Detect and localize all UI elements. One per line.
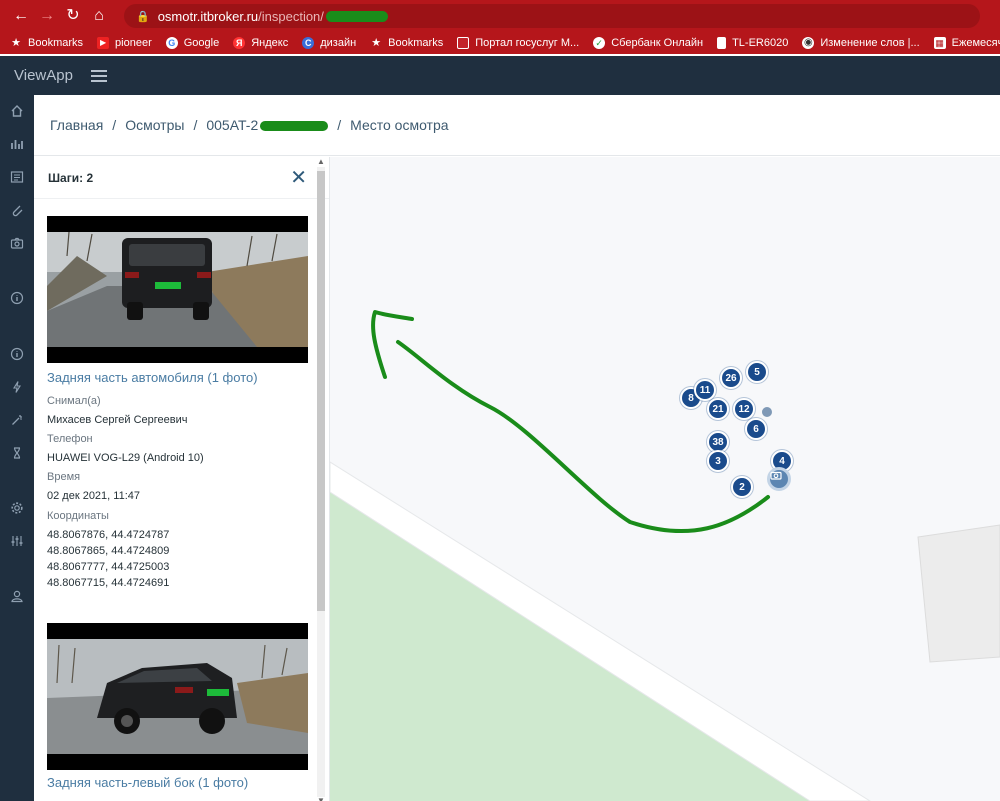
map-marker[interactable]: 6: [745, 418, 767, 440]
sliders-icon[interactable]: [0, 531, 34, 551]
breadcrumb-inspection-code[interactable]: 005AT-2: [206, 117, 329, 133]
bookmark-item[interactable]: TL-ER6020: [717, 37, 788, 49]
bookmark-item[interactable]: Cдизайн: [302, 37, 356, 49]
breadcrumb-separator: /: [337, 117, 342, 133]
phone-label: Телефон: [47, 433, 93, 445]
annotation-arrow-head: [371, 310, 414, 379]
sberbank-icon: ✓: [593, 37, 606, 49]
phone-value: HUAWEI VOG-L29 (Android 10): [47, 452, 204, 464]
steps-panel: Шаги: 2 ✕ ▲ ▼ Задняя часть автомобиля (1…: [34, 157, 330, 801]
bookmark-item[interactable]: ▦Ежемесячный вып...: [933, 37, 1000, 49]
close-icon[interactable]: ✕: [290, 168, 307, 188]
forward-icon[interactable]: →: [36, 5, 58, 27]
bookmark-item[interactable]: Портал госуслуг М...: [457, 37, 579, 49]
bookmark-item[interactable]: ✓ Сбербанк Онлайн: [593, 37, 703, 49]
map-marker[interactable]: 11: [694, 379, 716, 401]
coords-value: 48.8067876, 44.4724787: [47, 529, 170, 541]
address-bar[interactable]: 🔒 osmotr.itbroker.ru /inspection/: [124, 4, 980, 28]
hourglass-icon[interactable]: [0, 443, 34, 463]
coords-value: 48.8067715, 44.4724691: [47, 577, 170, 589]
yandex-icon: Я: [233, 37, 246, 49]
panel-header: Шаги: 2 ✕: [34, 157, 329, 199]
redaction-mark: [260, 121, 329, 132]
map-marker[interactable]: 2: [731, 476, 753, 498]
step-photo[interactable]: [47, 216, 308, 363]
globe-icon: ◉: [802, 37, 815, 49]
design-icon: C: [302, 37, 315, 49]
bar-chart-icon[interactable]: [0, 134, 34, 154]
coords-value: 48.8067777, 44.4725003: [47, 561, 170, 573]
step-photo[interactable]: [47, 623, 308, 770]
list-icon[interactable]: [0, 167, 34, 187]
pioneer-icon: ▶: [97, 37, 110, 49]
paperclip-icon[interactable]: [0, 200, 34, 220]
map-marker[interactable]: 21: [707, 398, 729, 420]
breadcrumb-home[interactable]: Главная: [50, 117, 103, 133]
map-marker[interactable]: 5: [746, 361, 768, 383]
breadcrumb-separator: /: [193, 117, 198, 133]
app-header: ViewApp: [0, 56, 1000, 95]
panel-title: Шаги: 2: [48, 170, 94, 185]
time-label: Время: [47, 471, 81, 483]
bookmark-item[interactable]: ▶ pioneer: [97, 37, 152, 49]
bookmarks-bar: ★ Bookmarks ▶ pioneer G Google Я Яндекс Cдиз…: [0, 32, 1000, 54]
camera-icon[interactable]: [0, 233, 34, 253]
bookmark-item[interactable]: ◉ Изменение слов |...: [802, 37, 920, 49]
scroll-thumb[interactable]: [317, 171, 325, 611]
star-icon: ★: [371, 37, 382, 49]
map-building: [917, 524, 1000, 663]
breadcrumb: Главная / Осмотры / 005AT-2 / Место осмо…: [34, 95, 1000, 156]
breadcrumb-separator: /: [112, 117, 117, 133]
user-icon[interactable]: [0, 586, 34, 606]
star-icon: ★: [11, 37, 21, 49]
scroll-up-icon[interactable]: ▲: [316, 157, 326, 166]
bookmark-item[interactable]: ★ Bookmarks: [10, 37, 83, 49]
sidebar-rail: [0, 95, 34, 801]
coords-label: Координаты: [47, 510, 109, 522]
camera-location-icon[interactable]: [767, 467, 791, 491]
map-marker[interactable]: 26: [720, 367, 742, 389]
redaction-mark: [325, 10, 388, 22]
google-icon: G: [165, 37, 178, 49]
breadcrumb-inspections[interactable]: Осмотры: [125, 117, 184, 133]
gear-icon[interactable]: [0, 498, 34, 518]
step-title-link[interactable]: Задняя часть автомобиля (1 фото): [47, 370, 258, 385]
coords-value: 48.8067865, 44.4724809: [47, 545, 170, 557]
info-icon[interactable]: [0, 344, 34, 364]
back-icon[interactable]: ←: [10, 5, 32, 27]
breadcrumb-current: Место осмотра: [350, 117, 449, 133]
info-icon[interactable]: [0, 288, 34, 308]
step-title-link[interactable]: Задняя часть-левый бок (1 фото): [47, 775, 248, 790]
magic-wand-icon[interactable]: [0, 410, 34, 430]
panel-scrollbar[interactable]: ▲ ▼: [317, 157, 325, 801]
browser-toolbar: ← → ↻ ⌂ 🔒 osmotr.itbroker.ru /inspection…: [0, 0, 1000, 32]
app-brand: ViewApp: [14, 67, 73, 84]
url-host: osmotr.itbroker.ru: [157, 8, 259, 24]
document-icon: [717, 37, 727, 49]
calendar-icon: ▦: [933, 37, 946, 49]
lightning-icon[interactable]: [0, 377, 34, 397]
shot-by-value: Михасев Сергей Сергеевич: [47, 414, 188, 426]
shot-by-label: Снимал(а): [47, 395, 101, 407]
map-view[interactable]: 5 26 8 11 21 12 6 38 3 4 2: [330, 157, 1000, 801]
url-path: /inspection/: [258, 8, 324, 24]
menu-icon[interactable]: [90, 69, 107, 82]
bookmark-item[interactable]: G Google: [165, 37, 219, 49]
map-marker-dot[interactable]: [762, 407, 772, 417]
bookmark-item[interactable]: ★ Bookmarks: [370, 37, 443, 49]
home-icon[interactable]: ⌂: [88, 5, 110, 27]
bookmark-item[interactable]: Я Яндекс: [233, 37, 288, 49]
reload-icon[interactable]: ↻: [62, 5, 84, 27]
gosuslugi-icon: [457, 37, 470, 49]
scroll-down-icon[interactable]: ▼: [316, 796, 326, 801]
lock-icon: 🔒: [136, 10, 150, 23]
map-marker[interactable]: 3: [707, 450, 729, 472]
home-icon[interactable]: [0, 101, 34, 121]
time-value: 02 дек 2021, 11:47: [47, 490, 140, 502]
map-marker[interactable]: 12: [733, 398, 755, 420]
